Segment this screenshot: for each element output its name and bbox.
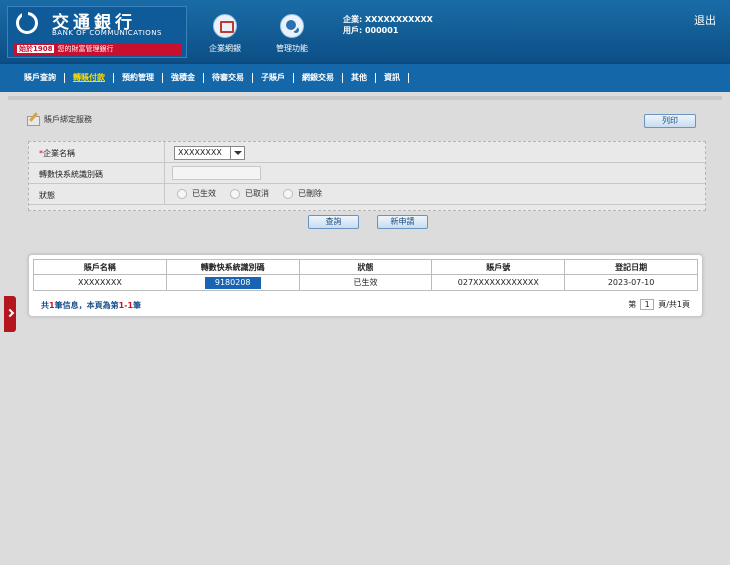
monitor-icon xyxy=(213,14,237,38)
record-summary: 共1筆信息，本頁為第1-1筆 xyxy=(41,301,142,310)
chevron-down-icon xyxy=(230,147,244,159)
corporate-banking-label: 企業網銀 xyxy=(209,44,241,53)
company-line: 企業: XXXXXXXXXXX xyxy=(343,15,433,24)
fps-id-link[interactable]: 9180208 xyxy=(204,277,261,289)
pagination: 第 1 頁/共1頁 xyxy=(628,299,690,310)
edit-icon xyxy=(26,113,40,126)
page-title-row: 賬戶綁定服務 xyxy=(26,113,92,126)
management-label: 管理功能 xyxy=(276,44,308,53)
radio-circle-icon xyxy=(283,188,293,199)
column-header: 賬戶號 xyxy=(432,260,566,274)
page-prefix: 第 xyxy=(628,300,637,309)
logo-slogan-text: 您的財富管理銀行 xyxy=(57,45,114,53)
company-row: *企業名稱 XXXXXXXX xyxy=(29,142,705,163)
user-line: 用戶: 000001 xyxy=(343,26,399,35)
logo-english-name: BANK OF COMMUNICATIONS xyxy=(52,29,162,37)
cell-fps-id: 9180208 xyxy=(167,275,300,290)
column-header: 狀態 xyxy=(300,260,433,274)
column-header: 登記日期 xyxy=(565,260,698,274)
radio-deleted[interactable]: 已刪除 xyxy=(283,188,322,199)
nav-item-online-transactions[interactable]: 網銀交易 xyxy=(294,73,343,83)
fps-row: 轉數快系統識別碼 xyxy=(29,163,705,184)
nav-item-scheduled[interactable]: 預約管理 xyxy=(114,73,163,83)
corporate-banking-button[interactable]: 企業網銀 xyxy=(195,14,255,54)
bank-logo[interactable]: 交通銀行 BANK OF COMMUNICATIONS 始於1908 您的財富管理… xyxy=(7,6,187,58)
results-table: 賬戶名稱 轉數快系統識別碼 狀態 賬戶號 登記日期 XXXXXXXX 91802… xyxy=(33,259,698,291)
nav-item-pending[interactable]: 待審交易 xyxy=(204,73,253,83)
cell-registration-date: 2023-07-10 xyxy=(565,275,698,290)
nav-item-info[interactable]: 資訊 xyxy=(376,73,409,83)
main-nav: 賬戶查詢 轉賬付款 預約管理 強積金 待審交易 子賬戶 網銀交易 其他 資訊 xyxy=(0,62,730,92)
fps-label: 轉數快系統識別碼 xyxy=(39,170,103,179)
bank-logo-icon xyxy=(16,12,38,34)
nav-item-transfer[interactable]: 轉賬付款 xyxy=(65,73,114,83)
nav-item-sub-account[interactable]: 子賬戶 xyxy=(253,73,294,83)
page-suffix: 頁/共1頁 xyxy=(658,300,690,309)
cell-account-name: XXXXXXXX xyxy=(33,275,167,290)
column-header: 轉數快系統識別碼 xyxy=(167,260,300,274)
table-header-row: 賬戶名稱 轉數快系統識別碼 狀態 賬戶號 登記日期 xyxy=(33,259,698,275)
main-content: 賬戶綁定服務 列印 *企業名稱 XXXXXXXX 轉數快系統識別碼 狀態 已生效… xyxy=(8,96,722,565)
cell-status: 已生效 xyxy=(300,275,433,290)
company-label: *企業名稱 xyxy=(39,149,75,158)
status-radio-group: 已生效 已取消 已刪除 xyxy=(177,188,336,199)
column-header: 賬戶名稱 xyxy=(33,260,167,274)
nav-item-others[interactable]: 其他 xyxy=(343,73,376,83)
new-application-button[interactable]: 新申請 xyxy=(377,215,428,229)
status-label: 狀態 xyxy=(39,191,55,200)
table-row: XXXXXXXX 9180208 已生效 027XXXXXXXXXXXX 202… xyxy=(33,275,698,291)
print-button[interactable]: 列印 xyxy=(644,114,696,128)
logo-since: 始於1908 xyxy=(17,45,55,53)
management-button[interactable]: 管理功能 xyxy=(262,14,322,54)
gears-icon xyxy=(280,14,304,38)
query-button[interactable]: 查詢 xyxy=(308,215,359,229)
radio-circle-icon xyxy=(230,188,240,199)
page-number-input[interactable]: 1 xyxy=(640,299,655,310)
user-info: 企業: XXXXXXXXXXX 用戶: 000001 xyxy=(343,14,433,36)
fps-input[interactable] xyxy=(172,166,261,180)
nav-item-mpf[interactable]: 強積金 xyxy=(163,73,204,83)
radio-active[interactable]: 已生效 xyxy=(177,188,216,199)
nav-item-account-inquiry[interactable]: 賬戶查詢 xyxy=(16,73,65,83)
logout-link[interactable]: 退出 xyxy=(694,12,716,28)
radio-cancelled[interactable]: 已取消 xyxy=(230,188,269,199)
top-header: 交通銀行 BANK OF COMMUNICATIONS 始於1908 您的財富管理… xyxy=(0,0,730,62)
logo-slogan: 始於1908 您的財富管理銀行 xyxy=(14,43,182,56)
company-select[interactable]: XXXXXXXX xyxy=(174,146,245,160)
results-panel: 賬戶名稱 轉數快系統識別碼 狀態 賬戶號 登記日期 XXXXXXXX 91802… xyxy=(28,254,703,317)
side-panel-toggle[interactable] xyxy=(4,296,16,332)
status-row: 狀態 已生效 已取消 已刪除 xyxy=(29,184,705,205)
search-form: *企業名稱 XXXXXXXX 轉數快系統識別碼 狀態 已生效 已取消 已刪除 xyxy=(28,141,706,211)
cell-account-number: 027XXXXXXXXXXXX xyxy=(432,275,566,290)
company-select-value: XXXXXXXX xyxy=(178,148,222,157)
page-title: 賬戶綁定服務 xyxy=(44,114,92,124)
radio-circle-icon xyxy=(177,188,187,199)
